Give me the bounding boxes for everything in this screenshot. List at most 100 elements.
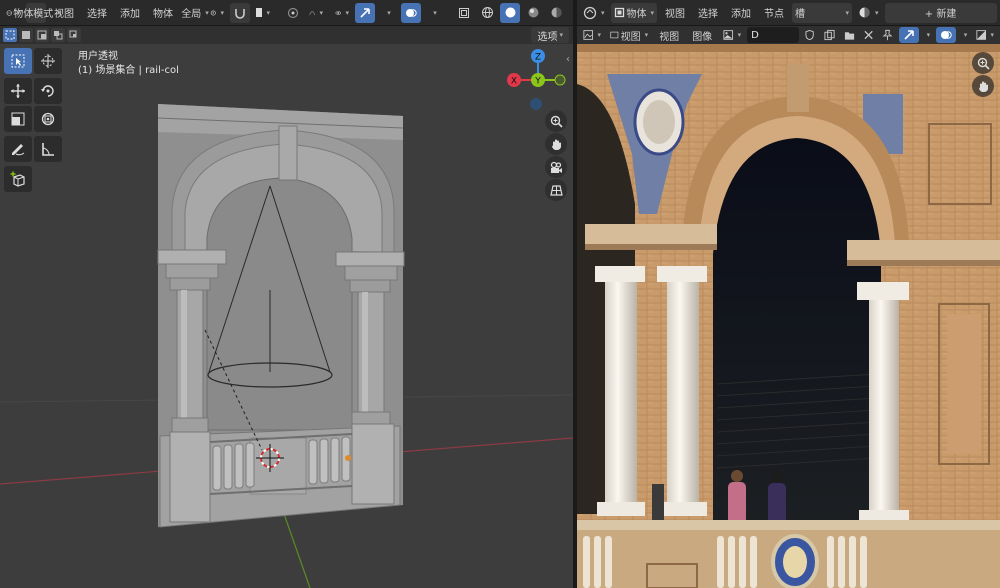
- snap-target-dropdown[interactable]: ▾: [253, 3, 273, 23]
- wireframe-sphere-icon: [481, 7, 493, 18]
- overlay-dropdown[interactable]: ▾: [424, 3, 444, 23]
- image-mode-dropdown[interactable]: ▾: [580, 27, 604, 43]
- xray-toggle[interactable]: [454, 3, 474, 23]
- menu-view[interactable]: 视图: [660, 3, 690, 23]
- image-browse-button[interactable]: ▾: [720, 27, 744, 43]
- select-subtract-mode[interactable]: [35, 28, 49, 42]
- gizmo-x-label: X: [511, 77, 517, 87]
- select-intersect-icon: [69, 30, 77, 38]
- material-sphere-icon: [859, 7, 870, 18]
- menu-select[interactable]: 选择: [693, 3, 723, 23]
- pin-button[interactable]: [879, 27, 896, 43]
- gizmo-z-label: Z: [535, 53, 541, 63]
- menu-select[interactable]: 选择: [82, 3, 112, 23]
- material-sphere-icon: [528, 7, 538, 18]
- overlay-dropdown[interactable]: ▾: [959, 27, 970, 43]
- zoom-view-button[interactable]: [972, 52, 994, 74]
- transform-tool-button[interactable]: [34, 106, 62, 132]
- editor-type-button[interactable]: ▾: [580, 3, 608, 23]
- pivot-point-dropdown[interactable]: ▾: [207, 3, 227, 23]
- proportional-edit-toggle[interactable]: [283, 3, 303, 23]
- menu-add[interactable]: 添加: [726, 3, 756, 23]
- perspective-toggle-button[interactable]: [545, 179, 567, 201]
- select-invert-mode[interactable]: [51, 28, 65, 42]
- move-tool-button[interactable]: [4, 78, 32, 104]
- select-new-mode[interactable]: [3, 28, 17, 42]
- menu-add[interactable]: 添加: [115, 3, 145, 23]
- display-channels-dropdown[interactable]: ▾: [973, 27, 997, 43]
- fake-user-toggle[interactable]: [802, 27, 817, 43]
- camera-view-button[interactable]: [545, 156, 567, 178]
- 3d-cursor-icon: [41, 54, 55, 68]
- menu-view[interactable]: 视图: [654, 27, 684, 43]
- add-cube-tool-button[interactable]: [4, 166, 32, 192]
- shading-solid-button[interactable]: [500, 2, 520, 23]
- select-tool-button[interactable]: [4, 48, 32, 74]
- slot-label: 槽: [795, 9, 806, 20]
- view-mode-dropdown[interactable]: 视图 ▾: [607, 27, 651, 43]
- viewport-scene[interactable]: [0, 0, 573, 588]
- pencil-icon: [12, 144, 25, 156]
- pin-icon: [882, 29, 893, 41]
- image-name-field[interactable]: D: [747, 27, 800, 43]
- copy-icon: [824, 29, 835, 41]
- transform-icon: [41, 112, 55, 126]
- snap-toggle[interactable]: [230, 2, 250, 23]
- cursor-tool-button[interactable]: [34, 48, 62, 74]
- duplicate-image-button[interactable]: [821, 27, 838, 43]
- visibility-dropdown[interactable]: ▾: [332, 3, 352, 23]
- close-icon: [864, 30, 873, 40]
- measure-tool-button[interactable]: [34, 136, 62, 162]
- slot-dropdown[interactable]: 槽 ▾: [792, 2, 853, 23]
- menu-object[interactable]: 物体: [148, 3, 178, 23]
- falloff-dropdown[interactable]: ▾: [306, 3, 326, 23]
- gizmo-dropdown[interactable]: ▾: [378, 3, 398, 23]
- hand-icon: [551, 139, 561, 150]
- shield-icon: [805, 29, 815, 41]
- 3d-viewport[interactable]: ▾ 物体模式 ▾ 视图 选择 添加 物体 全局 ▾ ▾ ▾ ▾ ▾ ▾ ▾ 选项…: [0, 0, 573, 588]
- navigation-gizmo[interactable]: Z X Y: [500, 44, 573, 116]
- pan-view-button[interactable]: [972, 75, 994, 97]
- overlay-toggle[interactable]: [401, 2, 421, 23]
- material-browse-button[interactable]: ▾: [855, 3, 882, 23]
- rotate-tool-button[interactable]: [34, 78, 62, 104]
- square-icon: [256, 8, 263, 17]
- open-image-button[interactable]: [841, 27, 858, 43]
- gizmo-dropdown[interactable]: ▾: [922, 27, 933, 43]
- transform-orientation-dropdown[interactable]: 全局 ▾: [181, 3, 209, 23]
- mode-dropdown[interactable]: 物体模式 ▾: [13, 2, 61, 23]
- unlink-image-button[interactable]: [861, 27, 876, 43]
- gizmo-toggle[interactable]: [355, 2, 375, 23]
- select-extend-mode[interactable]: [19, 28, 33, 42]
- annotate-tool-button[interactable]: [4, 136, 32, 162]
- solid-sphere-icon: [505, 7, 515, 18]
- scene-collection-label: (1) 场景集合 | rail-col: [78, 65, 179, 76]
- shading-rendered-button[interactable]: [546, 3, 566, 23]
- new-material-button[interactable]: + 新建: [884, 2, 997, 23]
- view-perspective-label: 用户透视: [78, 51, 118, 62]
- image-name-value: D: [751, 29, 759, 41]
- tool-shelf: [4, 48, 64, 196]
- image-editor[interactable]: ▾ 物体 ▾ 视图 选择 添加 节点 槽 ▾ ▾ + 新建 ▾ 视图 ▾ 视图 图像 …: [577, 0, 1000, 588]
- select-intersect-mode[interactable]: [67, 28, 81, 42]
- scale-tool-button[interactable]: [4, 106, 32, 132]
- ruler-icon: [42, 143, 54, 156]
- reference-image[interactable]: [577, 44, 1000, 588]
- menu-node[interactable]: 节点: [759, 3, 789, 23]
- shading-material-button[interactable]: [523, 3, 543, 23]
- sidebar-toggle-arrow[interactable]: ‹: [566, 54, 570, 65]
- options-dropdown[interactable]: 选项 ▾: [531, 27, 569, 43]
- overlay-icon: [406, 8, 417, 17]
- gizmo-toggle[interactable]: [898, 27, 919, 43]
- shading-wireframe-button[interactable]: [477, 3, 497, 23]
- shader-type-dropdown[interactable]: 物体 ▾: [610, 2, 658, 23]
- menu-view[interactable]: 视图: [49, 3, 79, 23]
- zoom-view-button[interactable]: [545, 110, 567, 132]
- mode-label: 物体模式: [13, 9, 54, 20]
- move-arrows-icon: [11, 84, 25, 98]
- overlay-toggle[interactable]: [935, 27, 956, 43]
- menu-image[interactable]: 图像: [687, 27, 717, 43]
- gizmo-arrow-icon: [904, 30, 914, 40]
- viewport-info: 用户透视 (1) 场景集合 | rail-col: [78, 50, 179, 78]
- pan-view-button[interactable]: [545, 133, 567, 155]
